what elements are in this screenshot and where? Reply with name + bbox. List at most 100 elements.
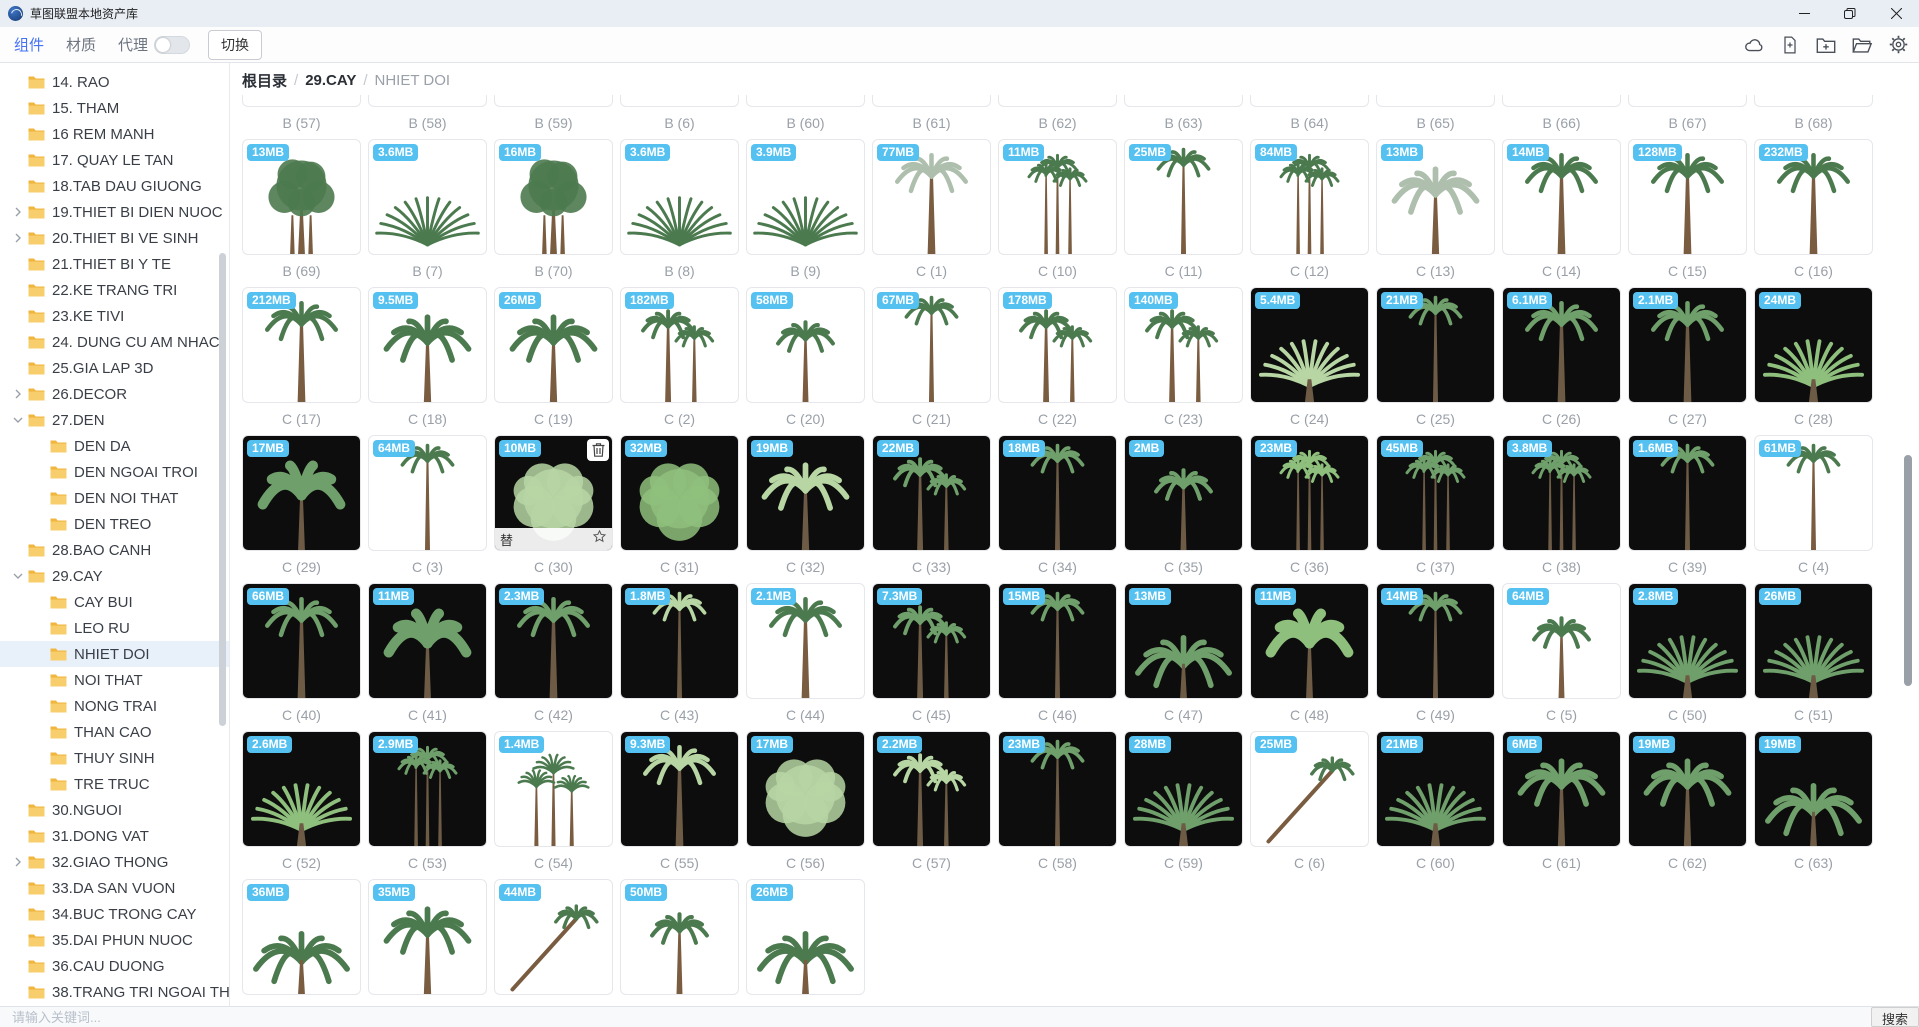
asset-card[interactable]: 7.3MB <box>872 583 991 699</box>
proxy-toggle[interactable] <box>154 36 190 54</box>
asset-card[interactable]: 28MB <box>1124 731 1243 847</box>
asset-card-clipped[interactable] <box>1628 95 1747 107</box>
restore-button[interactable] <box>1827 0 1873 27</box>
sidebar-item-34-buc-trong-cay[interactable]: 34.BUC TRONG CAY <box>0 901 229 927</box>
sidebar-item-nong-trai[interactable]: NONG TRAI <box>0 693 229 719</box>
asset-card[interactable]: 11MB <box>368 583 487 699</box>
favorite-star-icon[interactable] <box>592 529 607 549</box>
asset-card[interactable]: 14MB <box>1376 583 1495 699</box>
asset-card-clipped[interactable] <box>746 95 865 107</box>
asset-card[interactable]: 25MB <box>1124 139 1243 255</box>
asset-card-clipped[interactable] <box>494 95 613 107</box>
asset-card[interactable]: 17MB <box>746 731 865 847</box>
sidebar-item-23-ke-tivi[interactable]: 23.KE TIVI <box>0 303 229 329</box>
asset-card[interactable]: 2.8MB <box>1628 583 1747 699</box>
asset-card[interactable]: 1.8MB <box>620 583 739 699</box>
asset-card[interactable]: 44MB <box>494 879 613 995</box>
sidebar-item-35-dai-phun-nuoc[interactable]: 35.DAI PHUN NUOC <box>0 927 229 953</box>
asset-card[interactable]: 9.3MB <box>620 731 739 847</box>
sidebar-item-33-da-san-vuon[interactable]: 33.DA SAN VUON <box>0 875 229 901</box>
asset-card-clipped[interactable] <box>620 95 739 107</box>
sidebar-item-leo-ru[interactable]: LEO RU <box>0 615 229 641</box>
sidebar-item-36-cau-duong[interactable]: 36.CAU DUONG <box>0 953 229 979</box>
sidebar-item-22-ke-trang-tri[interactable]: 22.KE TRANG TRI <box>0 277 229 303</box>
tab-materials[interactable]: 材质 <box>66 34 96 55</box>
asset-card[interactable]: 13MB <box>1124 583 1243 699</box>
asset-card[interactable]: 21MB <box>1376 731 1495 847</box>
asset-card[interactable]: 128MB <box>1628 139 1747 255</box>
asset-card[interactable]: 23MB <box>1250 435 1369 551</box>
asset-card[interactable]: 1.4MB <box>494 731 613 847</box>
asset-card[interactable]: 212MB <box>242 287 361 403</box>
breadcrumb-parent[interactable]: 29.CAY <box>305 72 356 89</box>
sidebar-scrollbar[interactable] <box>219 253 226 726</box>
asset-card[interactable]: 14MB <box>1502 139 1621 255</box>
sidebar-item-tre-truc[interactable]: TRE TRUC <box>0 771 229 797</box>
asset-card[interactable]: 67MB <box>872 287 991 403</box>
asset-card[interactable]: 15MB <box>998 583 1117 699</box>
asset-card-clipped[interactable] <box>1124 95 1243 107</box>
asset-card[interactable]: 58MB <box>746 287 865 403</box>
sidebar-item-18-tab-dau-giuong[interactable]: 18.TAB DAU GIUONG <box>0 173 229 199</box>
asset-card[interactable]: 19MB <box>1754 731 1873 847</box>
asset-card[interactable]: 26MB <box>1754 583 1873 699</box>
chevron-down-icon[interactable] <box>10 416 26 424</box>
asset-card[interactable]: 16MB <box>494 139 613 255</box>
sidebar-item-nhiet-doi[interactable]: NHIET DOI <box>0 641 229 667</box>
sidebar-item-than-cao[interactable]: THAN CAO <box>0 719 229 745</box>
delete-icon[interactable] <box>587 439 609 461</box>
sidebar-item-den-treo[interactable]: DEN TREO <box>0 511 229 537</box>
asset-card[interactable]: 10MB 替 <box>494 435 613 551</box>
asset-card[interactable]: 232MB <box>1754 139 1873 255</box>
asset-card[interactable]: 2MB <box>1124 435 1243 551</box>
sidebar-item-27-den[interactable]: 27.DEN <box>0 407 229 433</box>
sidebar-item-30-nguoi[interactable]: 30.NGUOI <box>0 797 229 823</box>
asset-card[interactable]: 66MB <box>242 583 361 699</box>
sidebar-item-cay-bui[interactable]: CAY BUI <box>0 589 229 615</box>
asset-card[interactable]: 35MB <box>368 879 487 995</box>
search-button[interactable]: 搜索 <box>1871 1007 1919 1027</box>
asset-card[interactable]: 11MB <box>1250 583 1369 699</box>
asset-card-clipped[interactable] <box>872 95 991 107</box>
sidebar-item-16-rem-manh[interactable]: 16 REM MANH <box>0 121 229 147</box>
sidebar-item-21-thiet-bi-y-te[interactable]: 21.THIET BI Y TE <box>0 251 229 277</box>
asset-card[interactable]: 21MB <box>1376 287 1495 403</box>
asset-card[interactable]: 2.6MB <box>242 731 361 847</box>
asset-card[interactable]: 13MB <box>242 139 361 255</box>
asset-card-clipped[interactable] <box>1376 95 1495 107</box>
new-file-icon[interactable] <box>1779 34 1801 56</box>
asset-card[interactable]: 2.3MB <box>494 583 613 699</box>
asset-card[interactable]: 1.6MB <box>1628 435 1747 551</box>
sidebar-item-24-dung-cu-am-nhac[interactable]: 24. DUNG CU AM NHAC <box>0 329 229 355</box>
asset-card[interactable]: 36MB <box>242 879 361 995</box>
settings-gear-icon[interactable] <box>1887 34 1909 56</box>
sidebar-item-17-quay-le-tan[interactable]: 17. QUAY LE TAN <box>0 147 229 173</box>
asset-card[interactable]: 178MB <box>998 287 1117 403</box>
switch-button[interactable]: 切换 <box>208 30 262 60</box>
asset-card[interactable]: 2.2MB <box>872 731 991 847</box>
asset-card[interactable]: 17MB <box>242 435 361 551</box>
cloud-icon[interactable] <box>1743 34 1765 56</box>
sidebar-item-25-gia-lap-3d[interactable]: 25.GIA LAP 3D <box>0 355 229 381</box>
sidebar-item-thuy-sinh[interactable]: THUY SINH <box>0 745 229 771</box>
asset-card[interactable]: 84MB <box>1250 139 1369 255</box>
asset-card[interactable]: 9.5MB <box>368 287 487 403</box>
sidebar-item-den-da[interactable]: DEN DA <box>0 433 229 459</box>
content-scrollbar[interactable] <box>1904 455 1912 686</box>
sidebar-item-26-decor[interactable]: 26.DECOR <box>0 381 229 407</box>
breadcrumb-root[interactable]: 根目录 <box>242 70 287 91</box>
sidebar-item-32-giao-thong[interactable]: 32.GIAO THONG <box>0 849 229 875</box>
chevron-right-icon[interactable] <box>10 857 26 867</box>
asset-card[interactable]: 2.1MB <box>746 583 865 699</box>
tab-components[interactable]: 组件 <box>14 34 44 55</box>
asset-card-clipped[interactable] <box>1250 95 1369 107</box>
chevron-right-icon[interactable] <box>10 389 26 399</box>
chevron-right-icon[interactable] <box>10 207 26 217</box>
asset-card[interactable]: 26MB <box>494 287 613 403</box>
asset-card[interactable]: 2.1MB <box>1628 287 1747 403</box>
asset-card[interactable]: 32MB <box>620 435 739 551</box>
asset-card[interactable]: 11MB <box>998 139 1117 255</box>
sidebar-item-20-thiet-bi-ve-sinh[interactable]: 20.THIET BI VE SINH <box>0 225 229 251</box>
asset-card[interactable]: 25MB <box>1250 731 1369 847</box>
asset-card[interactable]: 19MB <box>746 435 865 551</box>
